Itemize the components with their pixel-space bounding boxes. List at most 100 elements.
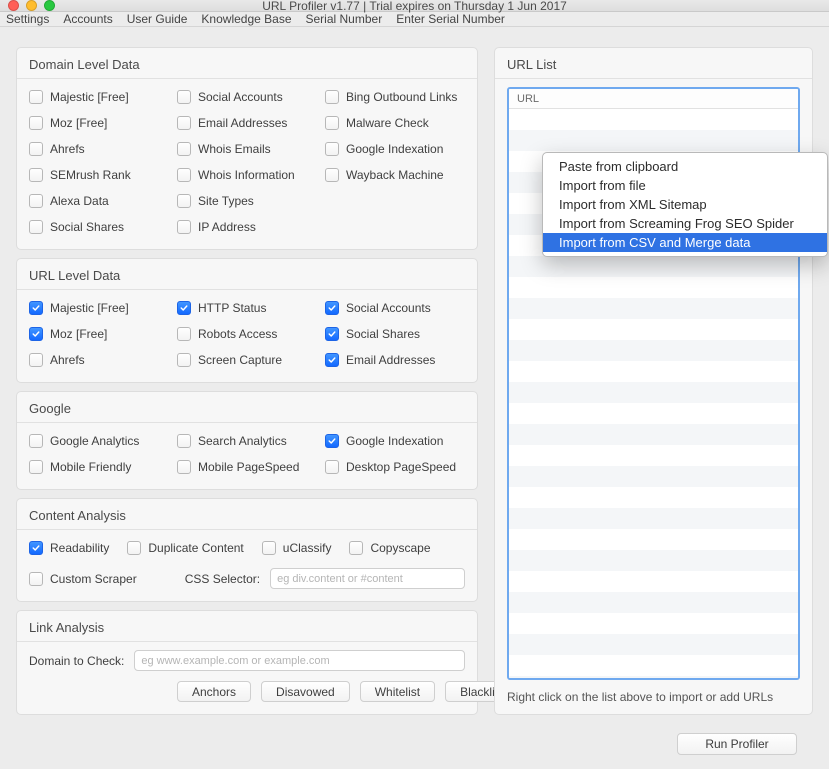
checkbox-icon[interactable] [29, 168, 43, 182]
checkbox-email-addresses[interactable]: Email Addresses [177, 113, 317, 133]
checkbox-label: Custom Scraper [50, 572, 137, 586]
checkbox-label: Social Shares [50, 220, 124, 234]
checkbox-social-accounts[interactable]: Social Accounts [325, 298, 465, 318]
checkbox-moz-free-[interactable]: Moz [Free] [29, 113, 169, 133]
checkbox-bing-outbound-links[interactable]: Bing Outbound Links [325, 87, 465, 107]
checkbox-screen-capture[interactable]: Screen Capture [177, 350, 317, 370]
checkbox-label: Ahrefs [50, 353, 85, 367]
checkbox-icon[interactable] [325, 90, 339, 104]
checkbox-icon[interactable] [177, 116, 191, 130]
whitelist-button[interactable]: Whitelist [360, 681, 435, 702]
checkbox-whois-information[interactable]: Whois Information [177, 165, 317, 185]
checkbox-icon[interactable] [325, 327, 339, 341]
menu-knowledge-base[interactable]: Knowledge Base [201, 12, 291, 26]
checkbox-icon[interactable] [177, 434, 191, 448]
url-list-column-header[interactable]: URL [509, 89, 798, 109]
checkbox-icon[interactable] [29, 434, 43, 448]
checkbox-whois-emails[interactable]: Whois Emails [177, 139, 317, 159]
checkbox-icon[interactable] [325, 301, 339, 315]
checkbox-icon[interactable] [29, 142, 43, 156]
checkbox-icon[interactable] [127, 541, 141, 555]
checkbox-copyscape[interactable]: Copyscape [349, 538, 430, 558]
checkbox-icon[interactable] [177, 220, 191, 234]
domain-to-check-input[interactable] [134, 650, 465, 671]
anchors-button[interactable]: Anchors [177, 681, 251, 702]
checkbox-mobile-pagespeed[interactable]: Mobile PageSpeed [177, 457, 317, 477]
checkbox-social-accounts[interactable]: Social Accounts [177, 87, 317, 107]
checkbox-wayback-machine[interactable]: Wayback Machine [325, 165, 465, 185]
checkbox-icon[interactable] [29, 460, 43, 474]
checkbox-icon[interactable] [177, 301, 191, 315]
css-selector-input[interactable] [270, 568, 465, 589]
checkbox-google-analytics[interactable]: Google Analytics [29, 431, 169, 451]
checkbox-malware-check[interactable]: Malware Check [325, 113, 465, 133]
menu-accounts[interactable]: Accounts [63, 12, 112, 26]
checkbox-semrush-rank[interactable]: SEMrush Rank [29, 165, 169, 185]
group-title: Domain Level Data [17, 48, 477, 78]
checkbox-icon[interactable] [29, 572, 43, 586]
checkbox-icon[interactable] [349, 541, 363, 555]
checkbox-email-addresses[interactable]: Email Addresses [325, 350, 465, 370]
checkbox-icon[interactable] [262, 541, 276, 555]
checkbox-icon[interactable] [177, 142, 191, 156]
minimize-icon[interactable] [26, 0, 37, 11]
checkbox-moz-free-[interactable]: Moz [Free] [29, 324, 169, 344]
checkbox-label: Majestic [Free] [50, 301, 129, 315]
checkbox-icon[interactable] [325, 353, 339, 367]
checkbox-icon[interactable] [29, 301, 43, 315]
checkbox-social-shares[interactable]: Social Shares [325, 324, 465, 344]
run-profiler-button[interactable]: Run Profiler [677, 733, 797, 755]
close-icon[interactable] [8, 0, 19, 11]
checkbox-duplicate-content[interactable]: Duplicate Content [127, 538, 243, 558]
checkbox-icon[interactable] [177, 168, 191, 182]
checkbox-alexa-data[interactable]: Alexa Data [29, 191, 169, 211]
context-item-import-from-xml-sitemap[interactable]: Import from XML Sitemap [543, 195, 827, 214]
checkbox-majestic-free-[interactable]: Majestic [Free] [29, 87, 169, 107]
checkbox-majestic-free-[interactable]: Majestic [Free] [29, 298, 169, 318]
checkbox-icon[interactable] [177, 327, 191, 341]
checkbox-icon[interactable] [177, 194, 191, 208]
checkbox-icon[interactable] [29, 194, 43, 208]
checkbox-readability[interactable]: Readability [29, 538, 109, 558]
checkbox-ip-address[interactable]: IP Address [177, 217, 317, 237]
checkbox-icon[interactable] [177, 353, 191, 367]
checkbox-google-indexation[interactable]: Google Indexation [325, 139, 465, 159]
context-item-import-from-csv-and-merge-data[interactable]: Import from CSV and Merge data [543, 233, 827, 252]
disavowed-button[interactable]: Disavowed [261, 681, 350, 702]
checkbox-icon[interactable] [29, 90, 43, 104]
menu-settings[interactable]: Settings [6, 12, 49, 26]
group-url-level-data: URL Level Data Majestic [Free]HTTP Statu… [16, 258, 478, 383]
checkbox-uclassify[interactable]: uClassify [262, 538, 332, 558]
menu-enter-serial-number[interactable]: Enter Serial Number [396, 12, 505, 26]
checkbox-icon[interactable] [29, 353, 43, 367]
menu-serial-number[interactable]: Serial Number [306, 12, 383, 26]
context-item-import-from-screaming-frog-seo-spider[interactable]: Import from Screaming Frog SEO Spider [543, 214, 827, 233]
checkbox-icon[interactable] [325, 434, 339, 448]
checkbox-custom-scraper[interactable]: Custom Scraper [29, 569, 137, 589]
titlebar: URL Profiler v1.77 | Trial expires on Th… [0, 0, 829, 12]
checkbox-search-analytics[interactable]: Search Analytics [177, 431, 317, 451]
checkbox-icon[interactable] [29, 327, 43, 341]
checkbox-mobile-friendly[interactable]: Mobile Friendly [29, 457, 169, 477]
context-item-import-from-file[interactable]: Import from file [543, 176, 827, 195]
checkbox-icon[interactable] [177, 460, 191, 474]
checkbox-icon[interactable] [29, 541, 43, 555]
checkbox-robots-access[interactable]: Robots Access [177, 324, 317, 344]
checkbox-http-status[interactable]: HTTP Status [177, 298, 317, 318]
maximize-icon[interactable] [44, 0, 55, 11]
menu-user-guide[interactable]: User Guide [127, 12, 188, 26]
checkbox-icon[interactable] [177, 90, 191, 104]
checkbox-desktop-pagespeed[interactable]: Desktop PageSpeed [325, 457, 465, 477]
checkbox-ahrefs[interactable]: Ahrefs [29, 350, 169, 370]
checkbox-ahrefs[interactable]: Ahrefs [29, 139, 169, 159]
checkbox-icon[interactable] [325, 168, 339, 182]
context-item-paste-from-clipboard[interactable]: Paste from clipboard [543, 157, 827, 176]
checkbox-icon[interactable] [29, 116, 43, 130]
checkbox-icon[interactable] [325, 460, 339, 474]
checkbox-icon[interactable] [29, 220, 43, 234]
checkbox-icon[interactable] [325, 116, 339, 130]
checkbox-icon[interactable] [325, 142, 339, 156]
checkbox-site-types[interactable]: Site Types [177, 191, 317, 211]
checkbox-social-shares[interactable]: Social Shares [29, 217, 169, 237]
checkbox-google-indexation[interactable]: Google Indexation [325, 431, 465, 451]
